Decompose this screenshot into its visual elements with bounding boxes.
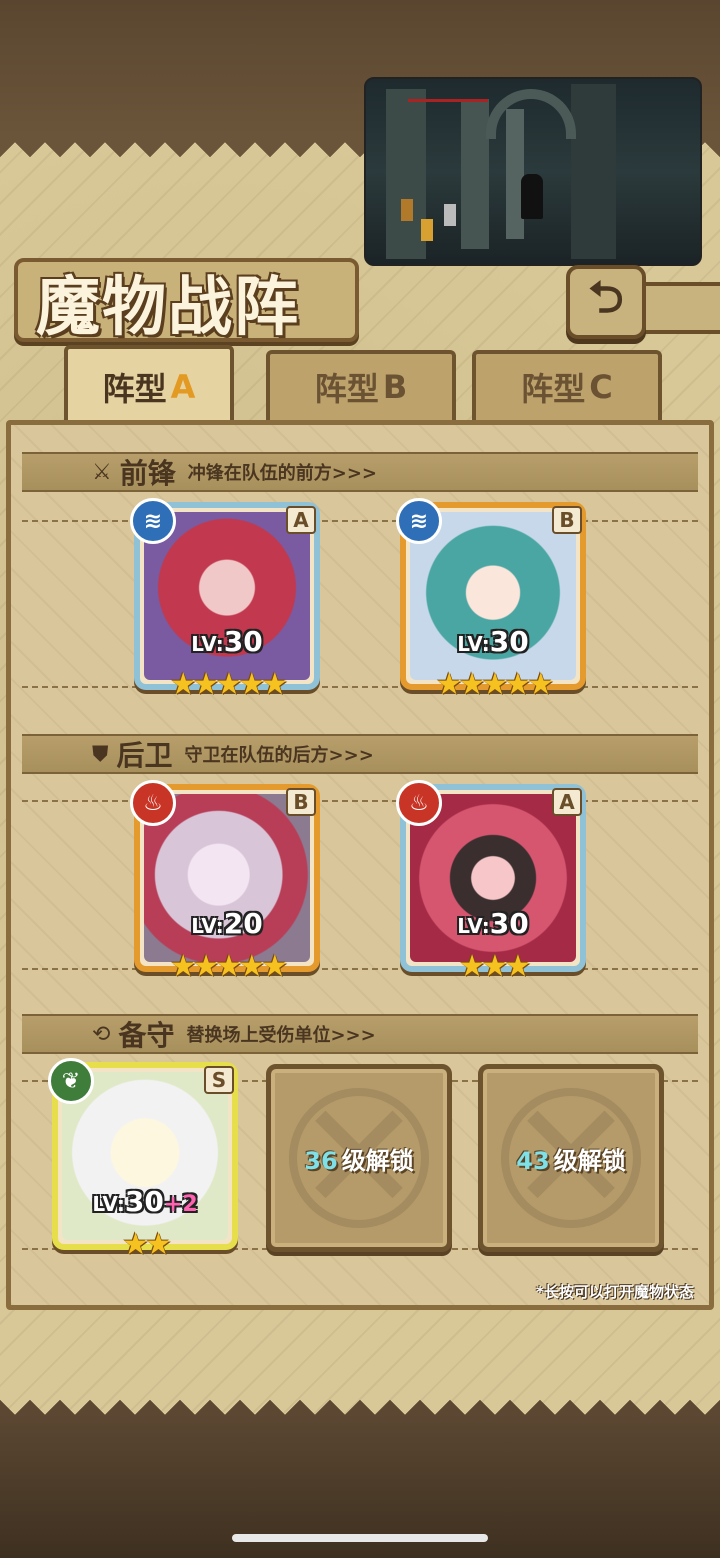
level-label: LV:30+2 — [92, 1185, 198, 1218]
rank-badge: A — [552, 788, 582, 816]
torn-edge-bottom — [0, 1395, 720, 1417]
video-overlay[interactable] — [364, 77, 702, 266]
video-health-bar — [408, 99, 488, 102]
hint-text: *长按可以打开魔物状态 — [536, 1283, 694, 1301]
home-indicator[interactable] — [232, 1534, 488, 1542]
fire-element-icon: ♨ — [396, 780, 442, 826]
level-label: LV:20 — [191, 907, 263, 940]
star-rating: ★★★★★ — [169, 949, 288, 984]
tab-formation-c[interactable]: 阵型 C — [472, 350, 662, 420]
video-character — [521, 174, 543, 219]
water-element-icon: ≋ — [130, 498, 176, 544]
back-button-bar — [640, 282, 720, 334]
section-header-rear: ⛊ 后卫 守卫在队伍的后方>>> — [22, 734, 698, 774]
star-rating: ★★★ — [458, 949, 532, 984]
unit-card-rear-2[interactable]: ♨ A LV:30 ★★★ — [396, 780, 586, 984]
level-label: LV:30 — [191, 625, 263, 658]
locked-slot-2[interactable]: ✕ 43 级解锁 — [478, 1064, 664, 1252]
locked-slot-1[interactable]: ✕ 36 级解锁 — [266, 1064, 452, 1252]
swap-icon: ⟲ — [92, 1021, 111, 1047]
section-header-front: ⚔ 前锋 冲锋在队伍的前方>>> — [22, 452, 698, 492]
unit-card-rear-1[interactable]: ♨ B LV:20 ★★★★★ — [130, 780, 320, 984]
water-element-icon: ≋ — [396, 498, 442, 544]
unit-card-front-1[interactable]: ≋ A LV:30 ★★★★★ — [130, 498, 320, 702]
sword-icon: ⚔ — [92, 459, 112, 485]
rank-badge: B — [552, 506, 582, 534]
fire-element-icon: ♨ — [130, 780, 176, 826]
page-title: 魔物战阵 — [36, 270, 300, 345]
rank-badge: A — [286, 506, 316, 534]
section-header-reserve: ⟲ 备守 替换场上受伤单位>>> — [22, 1014, 698, 1054]
rank-badge: S — [204, 1066, 234, 1094]
tab-formation-b[interactable]: 阵型 B — [266, 350, 456, 420]
level-label: LV:30 — [457, 907, 529, 940]
level-label: LV:30 — [457, 625, 529, 658]
back-button[interactable]: ⮌ — [566, 265, 646, 339]
unit-card-reserve-1[interactable]: ❦ S LV:30+2 ★★ — [48, 1058, 238, 1262]
shield-icon: ⛊ — [92, 741, 109, 767]
tab-formation-a[interactable]: 阵型 A — [64, 345, 234, 425]
back-arrow-icon: ⮌ — [588, 271, 624, 323]
star-rating: ★★★★★ — [435, 667, 554, 702]
unit-card-front-2[interactable]: ≋ B LV:30 ★★★★★ — [396, 498, 586, 702]
rank-badge: B — [286, 788, 316, 816]
star-rating: ★★★★★ — [169, 667, 288, 702]
star-rating: ★★ — [122, 1227, 172, 1262]
leaf-element-icon: ❦ — [48, 1058, 94, 1104]
